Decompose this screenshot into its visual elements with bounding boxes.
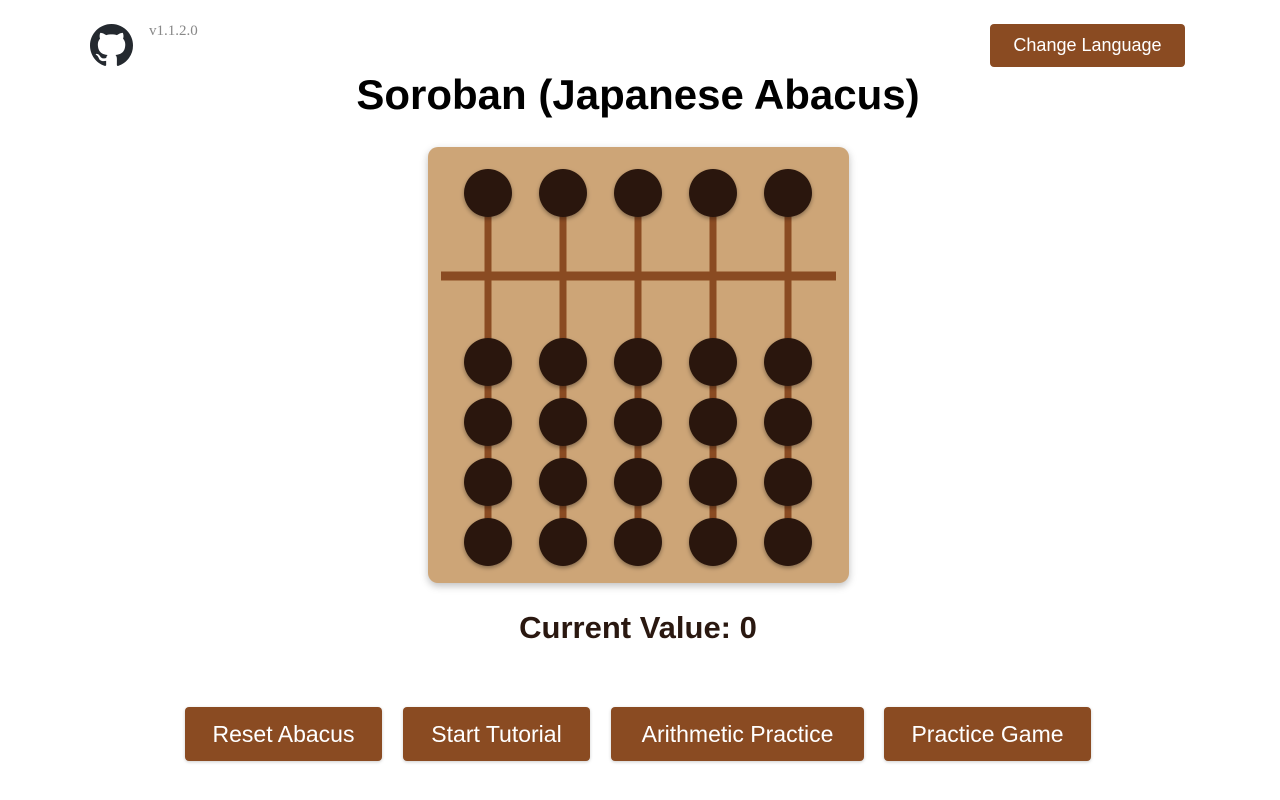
reset-abacus-button[interactable]: Reset Abacus [185,707,382,761]
version-label: v1.1.2.0 [149,23,198,39]
earth-bead[interactable] [764,518,812,566]
heaven-bead[interactable] [539,169,587,217]
earth-bead[interactable] [539,338,587,386]
change-language-button[interactable]: Change Language [990,24,1185,67]
arithmetic-practice-button[interactable]: Arithmetic Practice [611,707,864,761]
heaven-bead[interactable] [689,169,737,217]
earth-bead[interactable] [614,338,662,386]
earth-bead[interactable] [464,398,512,446]
heaven-bead[interactable] [464,169,512,217]
github-icon[interactable] [90,24,133,67]
earth-bead[interactable] [464,458,512,506]
earth-bead[interactable] [764,458,812,506]
practice-game-button[interactable]: Practice Game [884,707,1091,761]
earth-bead[interactable] [614,458,662,506]
earth-bead[interactable] [464,338,512,386]
page-title: Soroban (Japanese Abacus) [356,71,920,118]
earth-bead[interactable] [464,518,512,566]
earth-bead[interactable] [614,518,662,566]
start-tutorial-button[interactable]: Start Tutorial [403,707,590,761]
abacus-svg [441,169,836,566]
abacus-beam [441,271,836,281]
earth-bead[interactable] [689,458,737,506]
app-page: v1.1.2.0 Change Language Soroban (Japane… [0,0,1280,800]
abacus-frame [428,147,849,583]
earth-bead[interactable] [539,458,587,506]
earth-bead[interactable] [539,398,587,446]
heaven-bead[interactable] [614,169,662,217]
earth-bead[interactable] [539,518,587,566]
earth-bead[interactable] [689,518,737,566]
earth-bead[interactable] [689,398,737,446]
heaven-bead[interactable] [764,169,812,217]
earth-bead[interactable] [764,338,812,386]
earth-bead[interactable] [764,398,812,446]
earth-bead[interactable] [614,398,662,446]
current-value-display: Current Value: 0 [519,610,757,645]
earth-bead[interactable] [689,338,737,386]
